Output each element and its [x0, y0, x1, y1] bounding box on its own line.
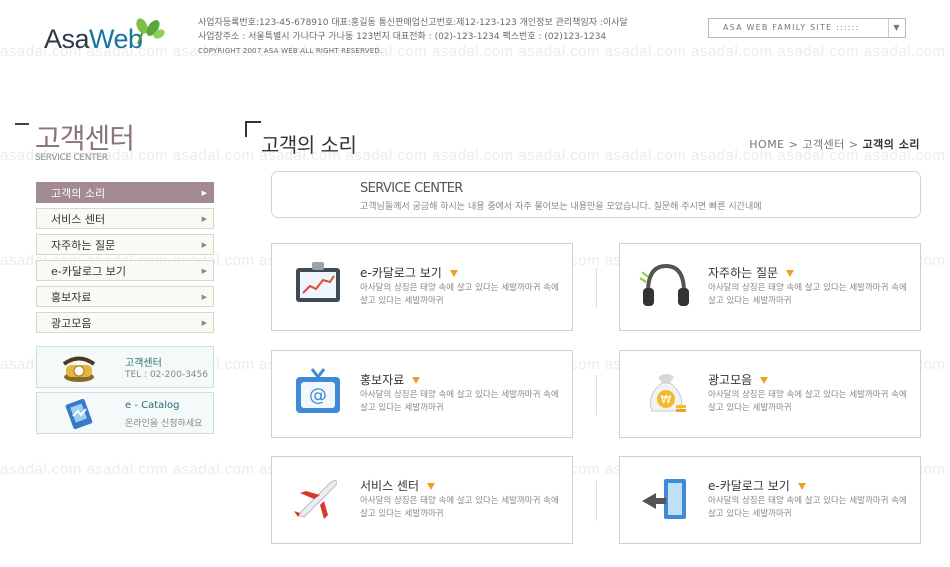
card-desc: 아사달의 상징은 태양 속에 살고 있다는 세발까마귀 속에 살고 있다는 세발…	[708, 390, 907, 413]
card-desc: 아사달의 상징은 태양 속에 살고 있다는 세발까마귀 속에 살고 있다는 세발…	[708, 283, 907, 306]
email-monitor-icon: @	[296, 368, 340, 413]
breadcrumb-current: 고객의 소리	[862, 138, 920, 151]
family-site-value: ASA WEB FAMILY SITE ::::::	[723, 23, 860, 32]
card-ecatalog-2[interactable]: e-카달로그 보기 아사달의 상징은 태양 속에 살고 있다는 세발까마귀 속에…	[619, 456, 921, 544]
triangle-down-icon	[760, 377, 769, 384]
chart-board-icon	[296, 262, 340, 302]
triangle-down-icon	[427, 483, 436, 490]
card-desc: 아사달의 상징은 태양 속에 살고 있다는 세발까마귀 속에 살고 있다는 세발…	[708, 496, 907, 519]
logo-text: AsaWeb	[44, 24, 143, 54]
chevron-right-icon: ▶	[201, 215, 207, 223]
sidebar-item-faq[interactable]: 자주하는 질문 ▶	[36, 234, 214, 255]
card-title: e-카달로그 보기	[360, 264, 458, 281]
title-corner-accent	[245, 121, 261, 137]
family-site-select[interactable]: ASA WEB FAMILY SITE :::::: ▼	[708, 18, 906, 38]
sidebar-item-label: 홍보자료	[51, 291, 92, 304]
triangle-down-icon	[449, 270, 458, 277]
sidebar-item-label: e-카달로그 보기	[51, 265, 126, 278]
service-center-box: SERVICE CENTER 고객님들께서 궁금해 하시는 내용 중에서 자주 …	[271, 171, 921, 218]
banner-title: e - Catalog	[125, 400, 180, 411]
company-line-1: 사업자등록번호:123-45-678910 대표:홍길동 통신판매업신고번호:제…	[198, 18, 628, 28]
card-desc: 아사달의 상징은 태양 속에 살고 있다는 세발까마귀 속에 살고 있다는 세발…	[360, 496, 559, 519]
chevron-right-icon: ▶	[201, 319, 207, 327]
banner-title: 고객센터	[125, 358, 162, 369]
card-pr[interactable]: @ 홍보자료 아사달의 상징은 태양 속에 살고 있다는 세발까마귀 속에 살고…	[271, 350, 573, 438]
page-title-text: 고객의 소리	[261, 133, 357, 157]
sidebar-item-ads[interactable]: 광고모음 ▶	[36, 312, 214, 333]
banner-sub: 온라인을 신청하세요	[125, 419, 203, 429]
card-title: 광고모음	[708, 371, 769, 388]
asaweb-logo[interactable]: AsaWeb	[44, 18, 169, 54]
chevron-down-icon[interactable]: ▼	[888, 19, 905, 37]
telephone-icon	[62, 356, 96, 382]
card-title: 서비스 센터	[360, 477, 436, 494]
service-center-desc: 고객님들께서 궁금해 하시는 내용 중에서 자주 물어보는 내용만을 모았습니다…	[360, 202, 762, 212]
card-faq[interactable]: 자주하는 질문 아사달의 상징은 태양 속에 살고 있다는 세발까마귀 속에 살…	[619, 243, 921, 331]
banner-sub: TEL : 02-200-3456	[125, 370, 208, 380]
headset-icon	[639, 263, 689, 306]
chevron-right-icon: ▶	[201, 267, 207, 275]
catalog-icon	[65, 399, 93, 429]
card-divider	[596, 375, 597, 415]
airplane-icon	[294, 479, 337, 519]
card-title: e-카달로그 보기	[708, 477, 806, 494]
company-info: 사업자등록번호:123-45-678910 대표:홍길동 통신판매업신고번호:제…	[198, 16, 628, 58]
card-desc: 아사달의 상징은 태양 속에 살고 있다는 세발까마귀 속에 살고 있다는 세발…	[360, 390, 559, 413]
section-title-ko: 고객센터	[35, 122, 135, 155]
sidebar-menu: 고객의 소리 ▶ 서비스 센터 ▶ 자주하는 질문 ▶ e-카달로그 보기 ▶ 홍보자료…	[36, 182, 214, 338]
card-service-center[interactable]: 서비스 센터 아사달의 상징은 태양 속에 살고 있다는 세발까마귀 속에 살고…	[271, 456, 573, 544]
breadcrumb-separator: >	[848, 138, 859, 151]
sidebar-item-label: 광고모음	[51, 317, 92, 330]
door-exit-icon	[642, 479, 686, 519]
card-title: 홍보자료	[360, 371, 421, 388]
breadcrumb-section[interactable]: 고객센터	[802, 138, 844, 151]
breadcrumb: HOME > 고객센터 > 고객의 소리	[749, 136, 920, 152]
sidebar-item-label: 고객의 소리	[51, 187, 106, 200]
company-line-2: 사업장주소 : 서울특별시 가나다구 가나동 123번지 대표전화 : (02)…	[198, 32, 607, 42]
chevron-right-icon: ▶	[201, 189, 207, 197]
triangle-down-icon	[412, 377, 421, 384]
sidebar-item-service-center[interactable]: 서비스 센터 ▶	[36, 208, 214, 229]
card-divider	[596, 481, 597, 521]
svg-text:₩: ₩	[661, 393, 672, 406]
card-desc: 아사달의 상징은 태양 속에 살고 있다는 세발까마귀 속에 살고 있다는 세발…	[360, 283, 559, 306]
breadcrumb-separator: >	[788, 138, 799, 151]
leaf-icon	[136, 18, 165, 45]
breadcrumb-home[interactable]: HOME	[749, 138, 784, 151]
card-ecatalog[interactable]: e-카달로그 보기 아사달의 상징은 태양 속에 살고 있다는 세발까마귀 속에…	[271, 243, 573, 331]
card-title: 자주하는 질문	[708, 264, 795, 281]
chevron-right-icon: ▶	[201, 293, 207, 301]
ecatalog-banner[interactable]: e - Catalog 온라인을 신청하세요	[36, 392, 214, 434]
copyright: COPYRIGHT 2007 ASA WEB ALL RIGHT RESERVE…	[198, 47, 383, 55]
chevron-right-icon: ▶	[201, 241, 207, 249]
card-ads[interactable]: ₩ 광고모음 아사달의 상징은 태양 속에 살고 있다는 세발까마귀 속에 살고…	[619, 350, 921, 438]
title-bar-accent	[15, 123, 29, 125]
svg-text:@: @	[309, 385, 327, 406]
sidebar-item-pr[interactable]: 홍보자료 ▶	[36, 286, 214, 307]
customer-center-banner[interactable]: 고객센터 TEL : 02-200-3456	[36, 346, 214, 388]
sidebar-item-ecatalog[interactable]: e-카달로그 보기 ▶	[36, 260, 214, 281]
triangle-down-icon	[786, 270, 795, 277]
triangle-down-icon	[797, 483, 806, 490]
service-center-heading: SERVICE CENTER	[360, 181, 463, 196]
money-bag-icon: ₩	[649, 374, 686, 412]
sidebar-item-label: 서비스 센터	[51, 213, 106, 226]
sidebar-item-customer-voice[interactable]: 고객의 소리 ▶	[36, 182, 214, 203]
card-divider	[596, 268, 597, 308]
sidebar-item-label: 자주하는 질문	[51, 239, 116, 252]
section-title-en: SERVICE CENTER	[35, 153, 108, 163]
